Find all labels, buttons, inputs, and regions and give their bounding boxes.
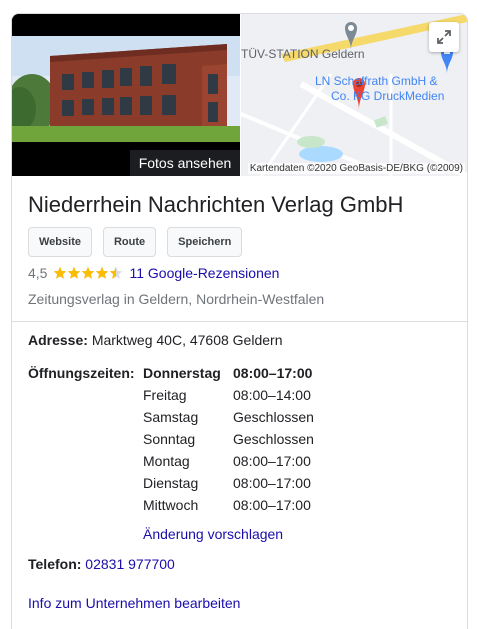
hours-day: Montag [143,453,190,469]
hours-time: 08:00–17:00 [233,475,311,491]
hours-row: Mittwoch 08:00–17:00 [143,494,314,516]
location-map[interactable]: TÜV-STATION Geldern LN Schaffrath GmbH &… [241,14,467,176]
hours-day: Donnerstag [143,365,221,381]
hours-row: Freitag 08:00–14:00 [143,384,314,406]
star-icon [68,266,81,279]
hours-time: Geschlossen [233,431,314,447]
save-button[interactable]: Speichern [167,227,243,257]
hours-day: Dienstag [143,475,199,491]
hours-row: Sonntag Geschlossen [143,428,314,450]
phone-link[interactable]: 02831 977700 [85,556,175,572]
hours-day: Sonntag [143,431,196,447]
expand-icon [437,30,451,44]
hours-row: Montag 08:00–17:00 [143,450,314,472]
route-button[interactable]: Route [102,227,157,257]
rating-row: 4,5 11 Google-Rezensionen [28,265,279,281]
website-button[interactable]: Website [28,227,92,257]
map-label-station: TÜV-STATION Geldern [241,47,365,61]
hours-day: Freitag [143,387,187,403]
rating-value: 4,5 [28,265,48,281]
star-icon [54,266,67,279]
hours-row: Samstag Geschlossen [143,406,314,428]
hours-time: Geschlossen [233,409,314,425]
star-icon [110,266,123,279]
expand-map-button[interactable] [429,22,459,52]
map-attribution: Kartendaten ©2020 GeoBasis-DE/BKG (©2009… [247,163,465,174]
map-label-business-2: Co. KG DruckMedien [331,89,445,103]
address-row: Adresse: Marktweg 40C, 47608 Geldern [28,332,282,348]
address-value: Marktweg 40C, 47608 Geldern [91,332,283,348]
business-name: Niederrhein Nachrichten Verlag GmbH [28,192,404,217]
star-icon [82,266,95,279]
divider [12,321,467,322]
hours-time: 08:00–17:00 [233,497,311,513]
reviews-link[interactable]: 11 Google-Rezensionen [129,265,279,281]
hours-label: Öffnungszeiten: [28,365,135,381]
phone-label: Telefon: [28,556,82,572]
action-buttons: Website Route Speichern [28,227,243,257]
hours-row: Donnerstag 08:00–17:00 [143,362,314,384]
star-icon [96,266,109,279]
hours-row: Dienstag 08:00–17:00 [143,472,314,494]
hours-day: Mittwoch [143,497,199,513]
hours-time: 08:00–17:00 [233,365,313,381]
business-category: Zeitungsverlag in Geldern, Nordrhein-Wes… [28,291,325,307]
edit-business-info-link[interactable]: Info zum Unternehmen bearbeiten [28,595,240,611]
view-photos-button[interactable]: Fotos ansehen [130,150,240,176]
hours-time: 08:00–14:00 [233,387,311,403]
hours-time: 08:00–17:00 [233,453,311,469]
map-label-business-1: LN Schaffrath GmbH & [315,74,438,88]
hours-table: Donnerstag 08:00–17:00 Freitag 08:00–14:… [143,362,314,516]
suggest-edit-link[interactable]: Änderung vorschlagen [143,526,283,542]
hours-day: Samstag [143,409,199,425]
media-header: Fotos ansehen TÜV-STATION Geldern LN Sch… [12,14,467,176]
business-photo[interactable]: Fotos ansehen [12,14,240,176]
rating-stars [53,266,123,280]
knowledge-panel: Fotos ansehen TÜV-STATION Geldern LN Sch… [11,13,468,629]
phone-row: Telefon: 02831 977700 [28,556,175,572]
address-label: Adresse: [28,332,88,348]
